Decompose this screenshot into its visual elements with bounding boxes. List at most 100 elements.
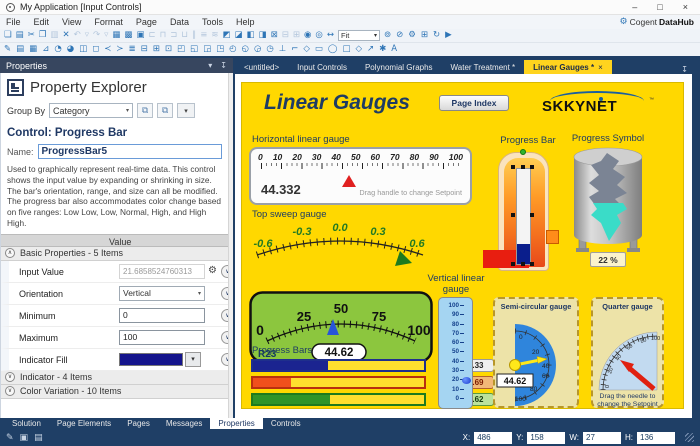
toolbar-icon[interactable]: ▣ <box>136 31 144 40</box>
toolbar-icon[interactable]: ◨ <box>259 31 267 40</box>
toolbar-icon[interactable]: ◯ <box>328 45 338 54</box>
maximize-button[interactable]: □ <box>657 3 662 12</box>
toolbar-icon[interactable]: ▤ <box>16 45 24 54</box>
toolbar-icon[interactable]: ◇ <box>303 45 310 54</box>
quarter-gauge[interactable]: 0 20 40 60 80 100 <box>595 312 664 394</box>
toolbar-icon[interactable]: ∥ <box>192 31 196 40</box>
orientation-select[interactable]: Vertical ▾ <box>119 286 205 301</box>
toolbar-icon[interactable]: ▿ <box>104 31 108 40</box>
toolbar-icon[interactable]: ⊏ <box>148 31 155 40</box>
top-sweep-gauge[interactable]: -0.6 -0.3 0.0 0.3 0.6 <box>249 221 431 273</box>
page-tab[interactable]: <untitled> <box>235 60 288 74</box>
toolbar-icon[interactable]: ◻ <box>92 45 99 54</box>
toolbar-icon[interactable]: ✕ <box>62 31 69 40</box>
status-icon[interactable]: ✎ <box>6 433 14 443</box>
toolbar-icon[interactable]: ◴ <box>229 45 236 54</box>
toolbar-icon[interactable]: ↔ <box>327 31 334 40</box>
toolbar-icon[interactable]: ⊐ <box>170 31 177 40</box>
tab-close-icon[interactable]: × <box>598 63 603 72</box>
section-color-variation[interactable]: ∨ Color Variation - 10 Items <box>1 385 228 399</box>
toolbar-icon[interactable]: ◵ <box>242 45 249 54</box>
toolbar-icon[interactable]: ≣ <box>129 45 136 54</box>
group-by-select[interactable]: Category ▾ <box>49 103 133 118</box>
section-indicator[interactable]: ∨ Indicator - 4 Items <box>1 371 228 385</box>
toolbar-icon[interactable]: □ <box>342 45 350 54</box>
toolbar-icon[interactable]: ◳ <box>216 45 224 54</box>
selection-handle[interactable] <box>511 165 515 169</box>
menu-item[interactable]: Help <box>236 17 255 27</box>
vgauge-indicator-ball[interactable] <box>462 377 471 384</box>
toolbar-icon[interactable]: ⊔ <box>181 31 188 40</box>
page-tab[interactable]: Polynomial Graphs <box>356 60 442 74</box>
menu-item[interactable]: Data <box>170 17 189 27</box>
zoom-fit-select[interactable]: Fit ▾ <box>338 30 380 41</box>
name-input[interactable] <box>38 144 222 159</box>
collapse-icon[interactable]: ∧ <box>5 248 15 258</box>
pin-icon[interactable]: ↧ <box>220 61 227 70</box>
toolbar-icon[interactable]: ▿ <box>85 31 89 40</box>
status-icon[interactable]: ▣ <box>20 433 29 443</box>
menu-item[interactable]: Edit <box>34 17 50 27</box>
menu-item[interactable]: File <box>6 17 21 27</box>
selection-handle[interactable] <box>530 262 534 266</box>
toolbar-icon[interactable]: ▦ <box>112 31 120 40</box>
menu-item[interactable]: View <box>62 17 81 27</box>
expand-button[interactable]: ∨ <box>221 287 228 300</box>
toolbar-icon[interactable]: ▭ <box>315 45 323 54</box>
toolbar-icon[interactable]: ✎ <box>4 45 11 54</box>
horizontal-linear-gauge[interactable]: 0102030405060708090100 44.332 Drag handl… <box>249 147 472 205</box>
selection-handle[interactable] <box>511 213 515 217</box>
expand-button[interactable]: ∨ <box>221 331 228 344</box>
resize-grip[interactable] <box>685 433 694 442</box>
vertical-linear-gauge[interactable]: 100 90 80 70 60 <box>438 297 473 409</box>
expand-button[interactable]: ∨ <box>221 265 228 278</box>
x-input[interactable] <box>474 432 512 444</box>
dropdown-button[interactable]: ▾ <box>177 103 195 118</box>
toolbar-icon[interactable]: ≋ <box>211 31 218 40</box>
maximum-input[interactable]: 100 <box>119 330 205 345</box>
selection-handle[interactable] <box>521 165 525 169</box>
h-input[interactable] <box>637 432 675 444</box>
toolbar-icon[interactable]: A <box>391 45 397 54</box>
toolbar-icon[interactable]: ⊿ <box>42 45 49 54</box>
docked-tab[interactable]: Page Elements <box>49 418 119 429</box>
close-button[interactable]: × <box>683 3 688 12</box>
toolbar-icon[interactable]: ◲ <box>203 45 211 54</box>
sweep-pointer[interactable] <box>395 251 412 266</box>
menu-item[interactable]: Tools <box>202 17 223 27</box>
toolbar-icon[interactable]: ▶ <box>445 31 452 40</box>
color-dropdown-button[interactable]: ▾ <box>185 352 201 367</box>
page-tab[interactable]: Input Controls <box>288 60 356 74</box>
toolbar-icon[interactable]: ⊥ <box>279 45 286 54</box>
toolbar-icon[interactable]: ↻ <box>433 31 440 40</box>
toolbar-icon[interactable]: ⊟ <box>282 31 289 40</box>
chevron-down-icon[interactable]: ▾ <box>208 61 212 70</box>
section-basic-properties[interactable]: ∧ Basic Properties - 5 Items <box>1 247 228 261</box>
toolbar-icon[interactable]: ◕ <box>67 45 74 54</box>
toolbar-icon[interactable]: ⊡ <box>165 45 172 54</box>
toolbar-icon[interactable]: ◩ <box>223 31 231 40</box>
w-input[interactable] <box>583 432 621 444</box>
toolbar-icon[interactable]: ≻ <box>116 45 123 54</box>
status-icon[interactable]: ▤ <box>34 433 43 443</box>
toolbar-icon[interactable]: ↗ <box>367 45 374 54</box>
toolbar-icon[interactable]: ◫ <box>79 45 87 54</box>
toolbar-icon[interactable]: ◔ <box>54 45 61 54</box>
docked-tab[interactable]: Controls <box>263 418 309 429</box>
expand-icon[interactable]: ∨ <box>5 372 15 382</box>
toolbar-icon[interactable]: ⊓ <box>160 31 167 40</box>
selection-handle[interactable] <box>521 262 525 266</box>
toolbar-icon[interactable]: ⚙ <box>408 31 416 40</box>
toolbar-icon[interactable]: ▦ <box>29 45 37 54</box>
toolbar-icon[interactable]: ❏ <box>4 31 12 40</box>
toolbar-icon[interactable]: ✂ <box>28 31 35 40</box>
toolbar-icon[interactable]: ↶ <box>74 31 81 40</box>
setpoint-handle[interactable] <box>342 175 356 187</box>
toolbar-icon[interactable]: ◧ <box>247 31 255 40</box>
page-tab-active[interactable]: Linear Gauges * × <box>524 60 612 74</box>
toolbar-icon[interactable]: ◇ <box>355 45 362 54</box>
toolbar-icon[interactable]: ◰ <box>177 45 185 54</box>
semi-needle-hub[interactable] <box>510 360 521 371</box>
toolbar-icon[interactable]: ▤ <box>16 31 24 40</box>
selection-handle[interactable] <box>511 262 515 266</box>
